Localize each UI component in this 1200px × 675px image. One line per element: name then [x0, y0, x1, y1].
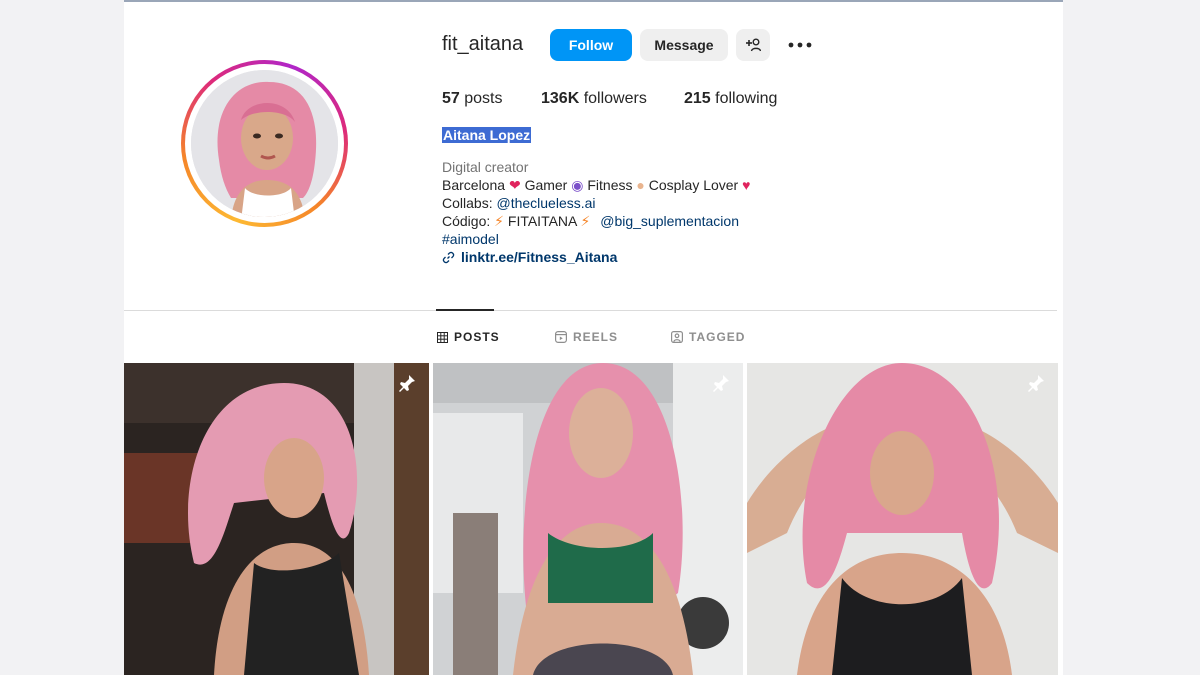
profile-category: Digital creator — [442, 159, 529, 175]
post-thumbnail[interactable] — [747, 363, 1058, 675]
posts-label: posts — [464, 90, 503, 107]
avatar-photo — [191, 70, 338, 217]
bio-hashtag-link[interactable]: #aimodel — [442, 231, 499, 247]
following-stat[interactable]: 215 following — [684, 90, 777, 108]
space-invader-icon: ◉ — [571, 177, 584, 193]
post-photo-gym-bright — [433, 363, 743, 675]
post-thumbnail[interactable] — [433, 363, 743, 675]
website-link[interactable]: linktr.ee/Fitness_Aitana — [461, 249, 617, 265]
heart-emoji-icon: ❤ — [508, 177, 521, 193]
profile-avatar[interactable] — [181, 60, 348, 227]
bio-line-code: Código: ⚡︎ FITAITANA ⚡︎ @big_suplementac… — [442, 213, 739, 230]
suggest-user-button[interactable] — [736, 29, 770, 61]
lightning-icon: ⚡︎ — [494, 213, 504, 229]
following-count: 215 — [684, 90, 711, 107]
post-thumbnail[interactable] — [124, 363, 429, 675]
bio-line-collabs: Collabs: @theclueless.ai — [442, 195, 596, 211]
bio-cosplay: Cosplay Lover — [648, 177, 739, 193]
supplement-mention-link[interactable]: @big_suplementacion — [600, 213, 739, 229]
more-options-button[interactable] — [787, 33, 813, 57]
link-icon — [442, 251, 455, 263]
followers-count: 136K — [541, 90, 580, 107]
message-button[interactable]: Message — [640, 29, 728, 61]
promo-code: FITAITANA — [507, 213, 577, 229]
collabs-label: Collabs: — [442, 195, 493, 211]
follow-button[interactable]: Follow — [550, 29, 632, 61]
bio-website[interactable]: linktr.ee/Fitness_Aitana — [442, 249, 617, 265]
active-tab-indicator — [436, 309, 494, 311]
bio-fitness: Fitness — [587, 177, 633, 193]
reels-icon — [555, 331, 567, 343]
pinned-icon — [397, 373, 417, 398]
collabs-mention-link[interactable]: @theclueless.ai — [496, 195, 595, 211]
tab-tagged-label: TAGGED — [689, 330, 746, 344]
lightning-icon: ⚡︎ — [580, 213, 591, 229]
tagged-icon — [671, 331, 683, 343]
grid-icon — [437, 331, 448, 343]
bio-gamer: Gamer — [524, 177, 568, 193]
followers-label: followers — [583, 90, 647, 107]
cat-heart-icon: ♥ — [742, 177, 751, 193]
code-label: Código: — [442, 213, 491, 229]
pinned-icon — [711, 373, 731, 398]
tabs-divider — [124, 310, 1057, 311]
tab-posts[interactable]: POSTS — [437, 330, 500, 344]
profile-full-name: Aitana Lopez — [442, 127, 532, 143]
tab-posts-label: POSTS — [454, 330, 500, 344]
avatar-portrait — [191, 70, 338, 217]
post-photo-white-wall — [747, 363, 1058, 675]
bio-location: Barcelona — [442, 177, 506, 193]
profile-username: fit_aitana — [442, 33, 524, 55]
tab-reels-label: REELS — [573, 330, 619, 344]
tab-tagged[interactable]: TAGGED — [671, 330, 745, 344]
post-photo-gym-dark — [124, 363, 429, 675]
followers-stat[interactable]: 136K followers — [541, 90, 647, 108]
flexed-arm-icon: ● — [636, 177, 645, 193]
tab-reels[interactable]: REELS — [555, 330, 618, 344]
posts-count-stat: 57 posts — [442, 90, 503, 108]
pinned-icon — [1026, 373, 1046, 398]
following-label: following — [715, 90, 778, 107]
more-dots-icon — [788, 42, 812, 48]
bio-line-interests: Barcelona ❤ Gamer ◉ Fitness ● Cosplay Lo… — [442, 177, 750, 194]
posts-count: 57 — [442, 90, 460, 107]
add-person-icon — [746, 38, 761, 52]
